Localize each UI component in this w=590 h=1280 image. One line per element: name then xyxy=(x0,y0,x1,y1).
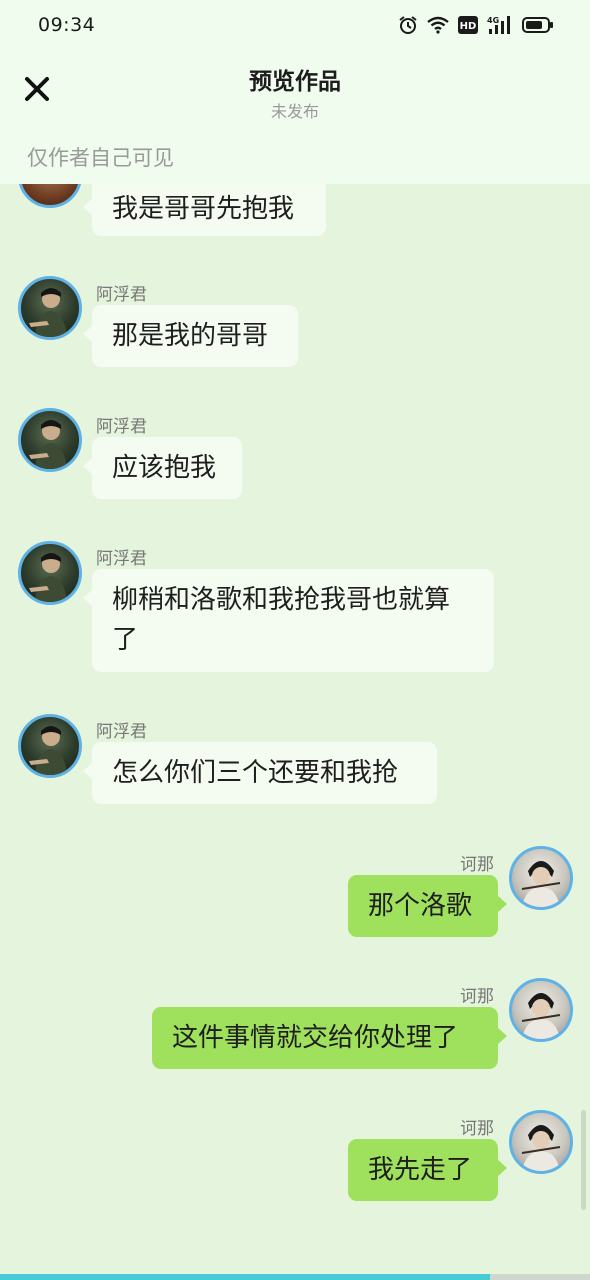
character-portrait-icon xyxy=(521,993,561,1039)
avatar[interactable] xyxy=(509,1110,573,1174)
message-text: 我是哥哥先抱我 xyxy=(112,194,295,224)
chat-list[interactable]: 我是哥哥先抱我 阿浮君 那是我的哥哥 阿浮君 应该抱我 阿浮君 柳稍和洛歌和我抢… xyxy=(0,184,590,1274)
message-text: 那是我的哥哥 xyxy=(112,321,269,351)
sender-name: 阿浮君 xyxy=(96,285,147,305)
message-text: 柳稍和洛歌和我抢我哥也就算了 xyxy=(112,585,451,655)
battery-icon xyxy=(522,17,553,33)
sender-name: 阿浮君 xyxy=(96,417,147,437)
preview-header: 预览作品 未发布 仅作者自己可见 xyxy=(0,52,590,184)
character-portrait-icon xyxy=(29,553,67,602)
playback-progress-bar[interactable] xyxy=(0,1274,590,1280)
message-bubble[interactable]: 我是哥哥先抱我 xyxy=(83,184,326,236)
page-title: 预览作品 xyxy=(249,69,341,95)
message-bubble[interactable]: 应该抱我 xyxy=(83,437,242,499)
sender-name: 诃那 xyxy=(460,987,494,1007)
message-bubble[interactable]: 柳稍和洛歌和我抢我哥也就算了 xyxy=(83,569,494,672)
character-portrait-icon xyxy=(29,726,67,775)
avatar[interactable] xyxy=(509,978,573,1042)
network-label: 4G xyxy=(487,16,499,25)
alarm-icon xyxy=(399,16,417,34)
hd-label: HD xyxy=(460,21,477,32)
message-text: 那个洛歌 xyxy=(368,891,473,921)
character-portrait-icon xyxy=(521,1125,561,1171)
character-portrait-icon xyxy=(29,288,67,337)
cellular-signal-icon: 4G xyxy=(487,16,510,34)
avatar[interactable] xyxy=(18,408,82,472)
message-bubble[interactable]: 那个洛歌 xyxy=(348,875,507,937)
message-bubble[interactable]: 怎么你们三个还要和我抢 xyxy=(83,742,437,804)
publish-status: 未发布 xyxy=(270,102,319,121)
progress-fill xyxy=(0,1274,490,1280)
sender-name: 阿浮君 xyxy=(96,549,147,569)
message-text: 应该抱我 xyxy=(112,453,217,483)
status-bar: 09:34 HD 4G xyxy=(0,0,590,52)
scrollbar[interactable] xyxy=(581,1110,586,1210)
character-portrait-icon xyxy=(29,420,67,469)
sender-name: 诃那 xyxy=(460,855,494,875)
sender-name: 阿浮君 xyxy=(96,722,147,742)
status-icons: HD 4G xyxy=(398,15,554,35)
avatar[interactable] xyxy=(509,846,573,910)
sender-name: 诃那 xyxy=(460,1119,494,1139)
clock-time: 09:34 xyxy=(38,14,96,36)
avatar[interactable] xyxy=(18,184,82,208)
message-text: 我先走了 xyxy=(368,1155,473,1185)
hd-icon: HD xyxy=(458,16,478,34)
wifi-icon xyxy=(427,16,449,34)
message-bubble[interactable]: 这件事情就交给你处理了 xyxy=(152,1007,507,1069)
avatar[interactable] xyxy=(18,276,82,340)
message-bubble[interactable]: 那是我的哥哥 xyxy=(83,305,298,367)
avatar[interactable] xyxy=(18,541,82,605)
message-bubble[interactable]: 我先走了 xyxy=(348,1139,507,1201)
message-text: 怎么你们三个还要和我抢 xyxy=(112,758,399,788)
character-portrait-icon xyxy=(521,861,561,907)
avatar[interactable] xyxy=(18,714,82,778)
visibility-note: 仅作者自己可见 xyxy=(27,146,174,170)
message-text: 这件事情就交给你处理了 xyxy=(172,1023,459,1053)
